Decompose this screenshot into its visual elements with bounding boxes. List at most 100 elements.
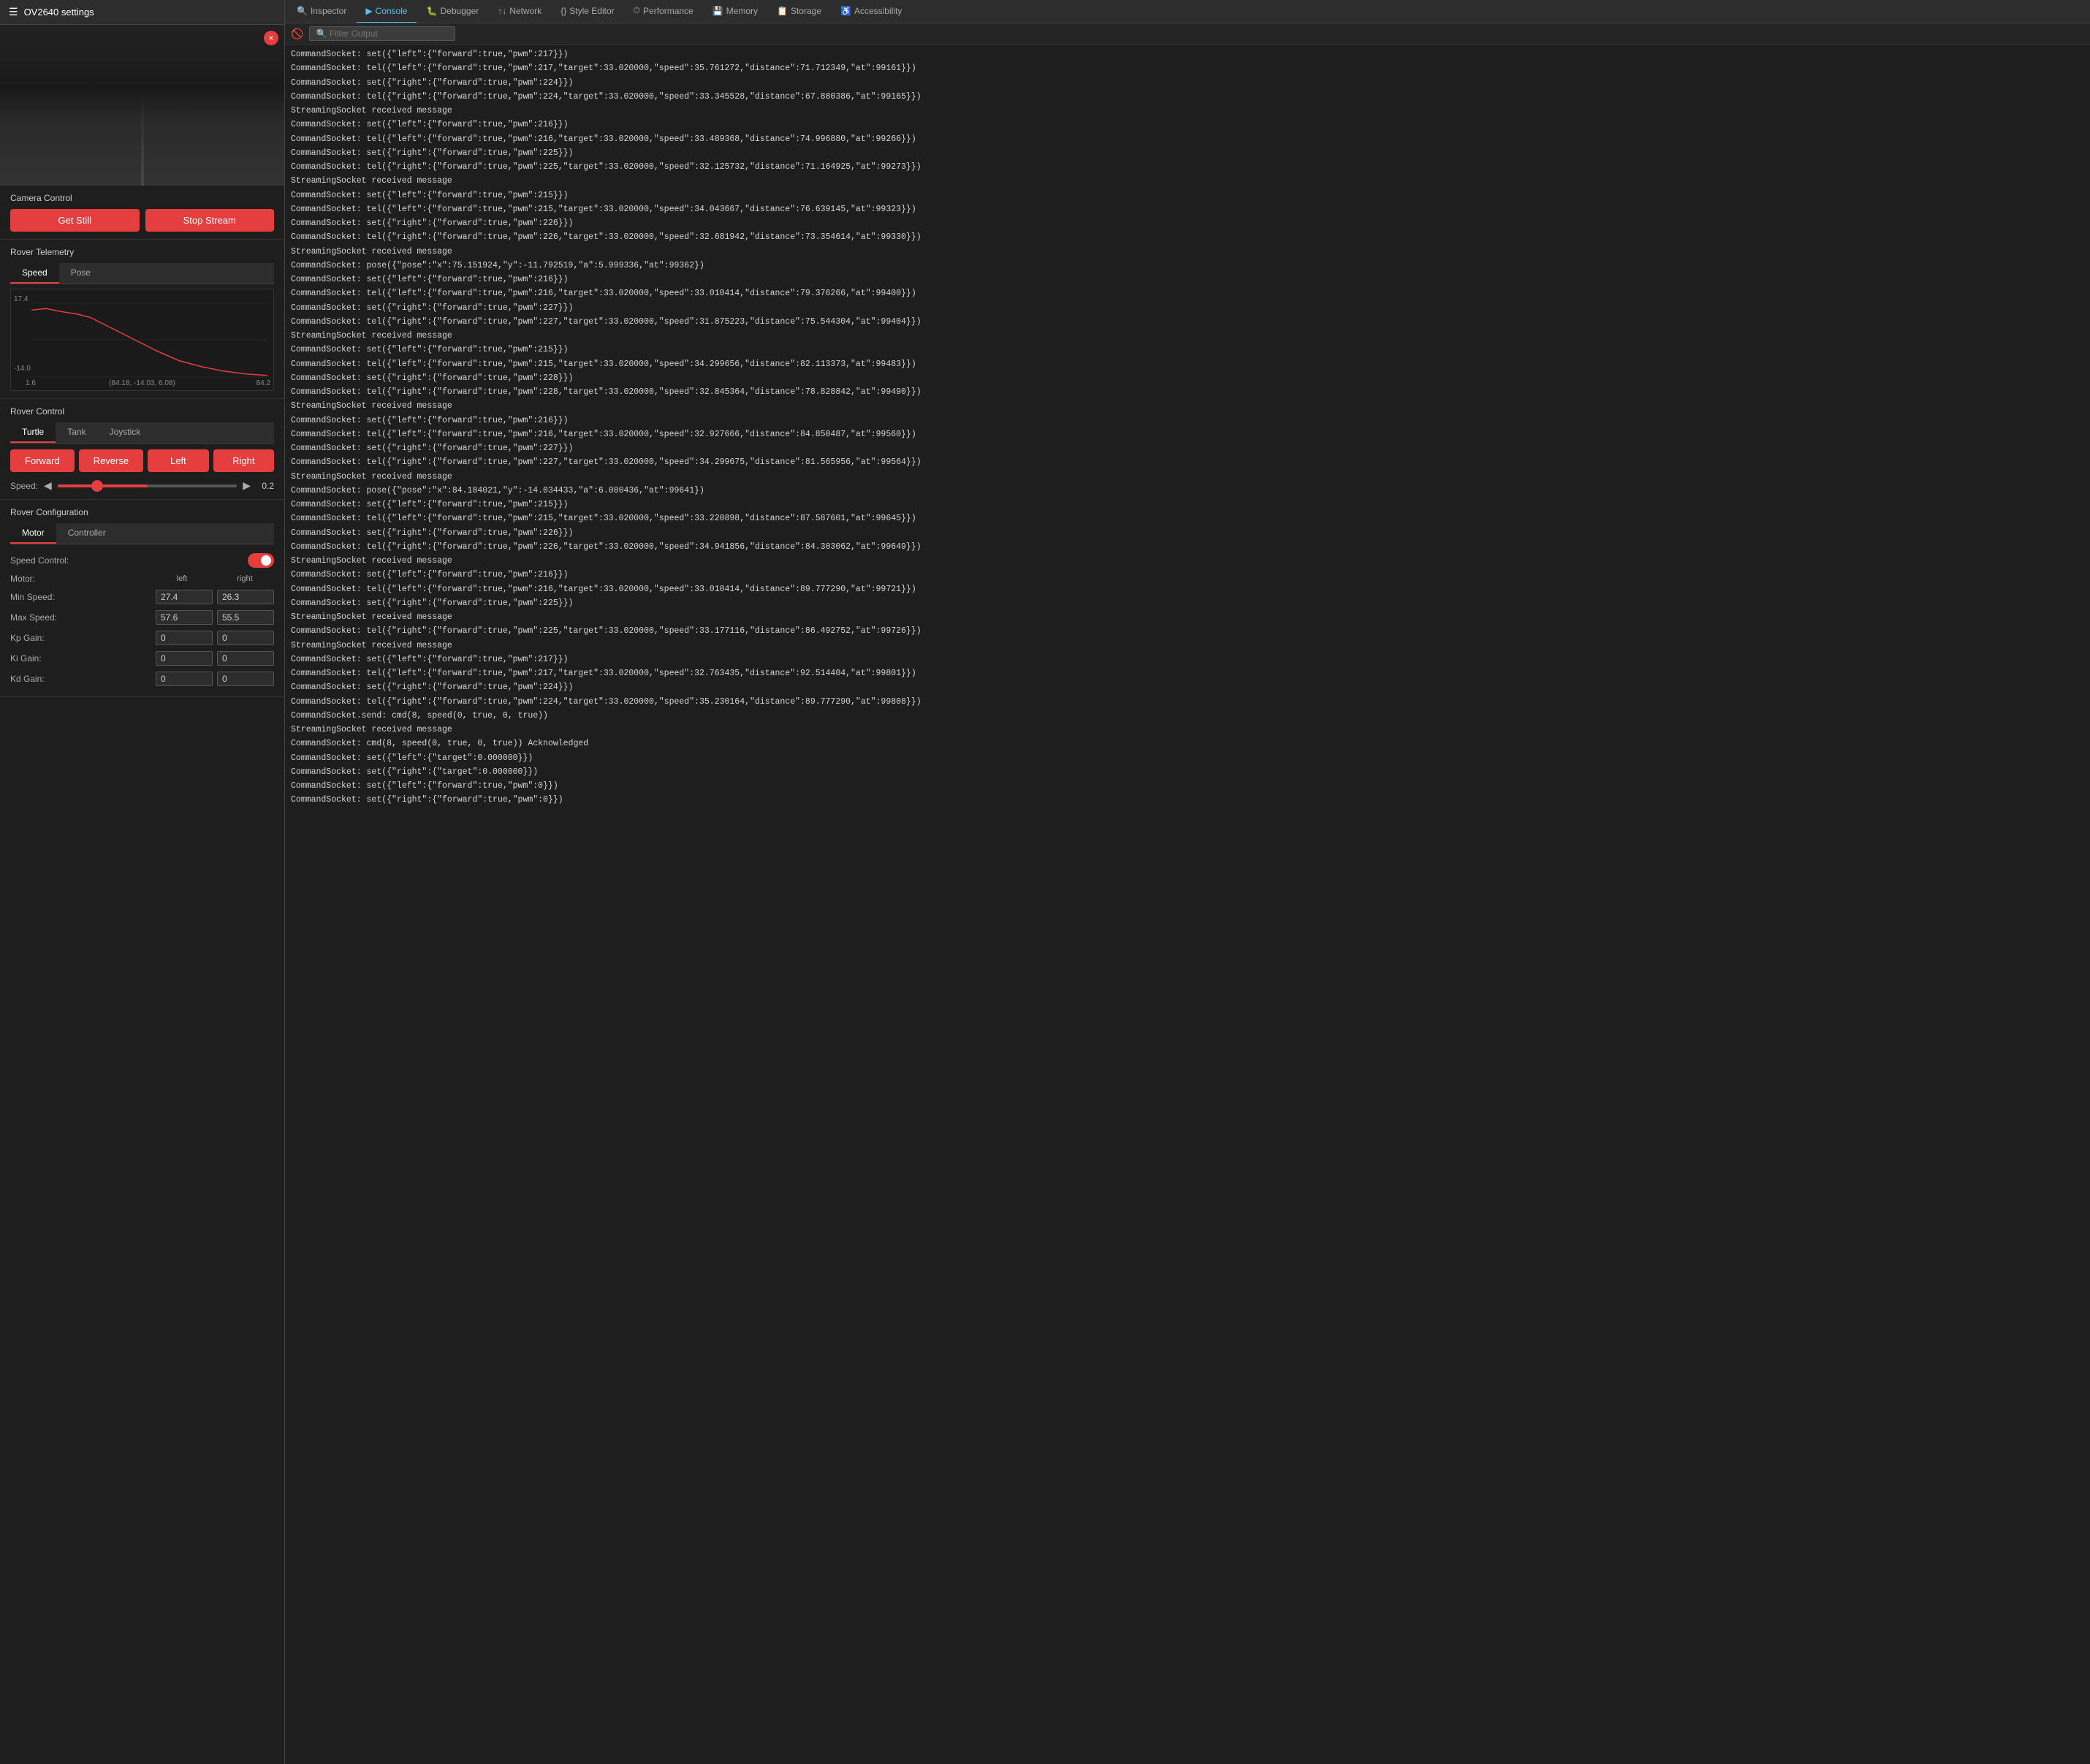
- kd-gain-left-input[interactable]: [156, 672, 213, 686]
- tab-console[interactable]: ▶ Console: [357, 0, 416, 23]
- chart-svg: [17, 295, 267, 384]
- stop-stream-button[interactable]: Stop Stream: [145, 209, 275, 232]
- get-still-button[interactable]: Get Still: [10, 209, 140, 232]
- rover-config-title: Rover Configuration: [10, 507, 274, 517]
- speed-control-toggle[interactable]: [248, 553, 274, 568]
- console-line: CommandSocket: tel({"left":{"forward":tr…: [291, 512, 2084, 525]
- console-line: CommandSocket: set({"left":{"forward":tr…: [291, 273, 2084, 286]
- console-output[interactable]: CommandSocket: set({"left":{"forward":tr…: [285, 45, 2090, 1764]
- max-speed-left-input[interactable]: [156, 610, 213, 625]
- tab-tank[interactable]: Tank: [56, 422, 97, 443]
- speed-control-row: Speed: ◀ ▶ 0.2: [10, 479, 274, 492]
- camera-control-title: Camera Control: [10, 193, 274, 203]
- hamburger-icon[interactable]: ☰: [9, 6, 18, 18]
- accessibility-icon: ♿: [840, 6, 851, 16]
- camera-road-overlay: [0, 25, 284, 186]
- tab-style-editor[interactable]: {} Style Editor: [552, 0, 623, 23]
- directional-buttons: Forward Reverse Left Right: [10, 449, 274, 472]
- kd-gain-inputs: [156, 672, 274, 686]
- reverse-button[interactable]: Reverse: [79, 449, 143, 472]
- console-line: CommandSocket: set({"left":{"forward":tr…: [291, 568, 2084, 582]
- console-line: CommandSocket: tel({"right":{"forward":t…: [291, 160, 2084, 174]
- console-line: CommandSocket: set({"right":{"target":0.…: [291, 765, 2084, 779]
- inspector-icon: 🔍: [297, 6, 308, 16]
- console-line: CommandSocket: tel({"left":{"forward":tr…: [291, 427, 2084, 441]
- control-tabs: Turtle Tank Joystick: [10, 422, 274, 444]
- kd-gain-label: Kd Gain:: [10, 674, 156, 684]
- console-line: CommandSocket: set({"left":{"forward":tr…: [291, 498, 2084, 512]
- console-line: CommandSocket: tel({"right":{"forward":t…: [291, 385, 2084, 399]
- console-line: CommandSocket: tel({"right":{"forward":t…: [291, 230, 2084, 244]
- min-speed-inputs: [156, 590, 274, 604]
- tab-network[interactable]: ↑↓ Network: [489, 0, 550, 23]
- max-speed-inputs: [156, 610, 274, 625]
- performance-icon: ⏱: [634, 5, 640, 16]
- console-line: StreamingSocket received message: [291, 174, 2084, 188]
- tab-accessibility[interactable]: ♿ Accessibility: [832, 0, 911, 23]
- console-line: CommandSocket: set({"right":{"forward":t…: [291, 441, 2084, 455]
- tab-controller[interactable]: Controller: [56, 523, 118, 544]
- accessibility-label: Accessibility: [854, 6, 902, 16]
- rover-telemetry-section: Rover Telemetry Speed Pose 17.4 -14.0 1.…: [0, 240, 284, 399]
- ki-gain-right-input[interactable]: [217, 651, 274, 666]
- console-line: StreamingSocket received message: [291, 639, 2084, 653]
- tab-debugger[interactable]: 🐛 Debugger: [418, 0, 488, 23]
- telemetry-chart: 17.4 -14.0 1.6 (84.18, -14.03, 6.08) 84.…: [10, 289, 274, 391]
- tab-inspector[interactable]: 🔍 Inspector: [288, 0, 355, 23]
- storage-icon: 📋: [777, 6, 788, 16]
- console-line: CommandSocket: tel({"left":{"forward":tr…: [291, 582, 2084, 596]
- app-title-bar: ☰ OV2640 settings: [0, 0, 284, 25]
- console-line: CommandSocket: tel({"right":{"forward":t…: [291, 315, 2084, 329]
- kp-gain-inputs: [156, 631, 274, 645]
- tab-speed[interactable]: Speed: [10, 263, 59, 284]
- console-line: CommandSocket: tel({"right":{"forward":t…: [291, 695, 2084, 709]
- console-line: CommandSocket: set({"left":{"forward":tr…: [291, 47, 2084, 61]
- min-speed-left-input[interactable]: [156, 590, 213, 604]
- memory-icon: 💾: [712, 6, 723, 16]
- tab-storage[interactable]: 📋 Storage: [768, 0, 830, 23]
- clear-console-button[interactable]: 🚫: [291, 28, 303, 40]
- console-line: CommandSocket: tel({"left":{"forward":tr…: [291, 357, 2084, 371]
- kp-gain-row: Kp Gain:: [10, 628, 274, 648]
- max-speed-right-input[interactable]: [217, 610, 274, 625]
- console-line: CommandSocket: set({"right":{"forward":t…: [291, 793, 2084, 807]
- console-line: CommandSocket: set({"left":{"forward":tr…: [291, 779, 2084, 793]
- console-line: CommandSocket: set({"right":{"forward":t…: [291, 146, 2084, 160]
- motor-header-row: Motor: left right: [10, 571, 274, 587]
- kd-gain-right-input[interactable]: [217, 672, 274, 686]
- speed-decrease-button[interactable]: ◀: [44, 479, 52, 492]
- tab-turtle[interactable]: Turtle: [10, 422, 56, 443]
- console-line: CommandSocket: tel({"left":{"forward":tr…: [291, 61, 2084, 75]
- console-icon: ▶: [365, 6, 372, 16]
- console-line: CommandSocket: set({"left":{"forward":tr…: [291, 343, 2084, 357]
- speed-slider[interactable]: [58, 484, 237, 487]
- kp-gain-right-input[interactable]: [217, 631, 274, 645]
- chart-x-right: 84.2: [256, 379, 270, 387]
- min-speed-row: Min Speed:: [10, 587, 274, 607]
- tab-pose[interactable]: Pose: [59, 263, 102, 284]
- forward-button[interactable]: Forward: [10, 449, 75, 472]
- speed-increase-button[interactable]: ▶: [243, 479, 251, 492]
- close-camera-button[interactable]: ×: [264, 31, 278, 45]
- telemetry-tabs: Speed Pose: [10, 263, 274, 284]
- console-line: StreamingSocket received message: [291, 329, 2084, 343]
- console-line: StreamingSocket received message: [291, 399, 2084, 413]
- console-line: CommandSocket: set({"right":{"forward":t…: [291, 526, 2084, 540]
- console-line: CommandSocket: set({"left":{"target":0.0…: [291, 751, 2084, 765]
- speed-label: Speed:: [10, 481, 38, 491]
- kp-gain-left-input[interactable]: [156, 631, 213, 645]
- left-button[interactable]: Left: [148, 449, 208, 472]
- console-line: CommandSocket: set({"right":{"forward":t…: [291, 596, 2084, 610]
- tab-performance[interactable]: ⏱ Performance: [625, 0, 702, 23]
- camera-feed: ×: [0, 25, 284, 186]
- left-panel: ☰ OV2640 settings × Camera Control Get S…: [0, 0, 285, 1764]
- tab-memory[interactable]: 💾 Memory: [704, 0, 767, 23]
- filter-input[interactable]: [309, 26, 455, 41]
- right-button[interactable]: Right: [213, 449, 274, 472]
- console-line: CommandSocket: set({"right":{"forward":t…: [291, 680, 2084, 694]
- min-speed-right-input[interactable]: [217, 590, 274, 604]
- console-label: Console: [376, 6, 408, 16]
- tab-motor[interactable]: Motor: [10, 523, 56, 544]
- tab-joystick[interactable]: Joystick: [98, 422, 153, 443]
- ki-gain-left-input[interactable]: [156, 651, 213, 666]
